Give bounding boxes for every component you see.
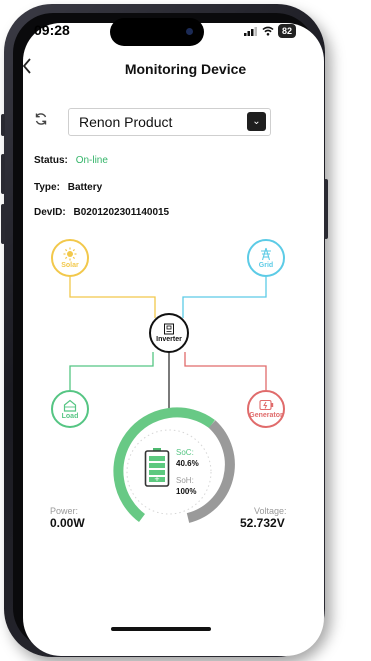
soh-value: 100% <box>176 487 197 496</box>
grid-label: Grid <box>258 262 274 269</box>
type-value: Battery <box>67 182 103 193</box>
status-value: On-line <box>75 155 108 166</box>
battery-level: 82 <box>278 24 297 38</box>
grid-node[interactable]: Grid <box>247 239 285 277</box>
signal-icon <box>244 27 257 36</box>
voltage-label: Voltage: <box>254 506 287 516</box>
refresh-icon[interactable] <box>34 112 48 126</box>
volume-down-button <box>1 204 5 244</box>
svg-text:+: + <box>154 474 159 484</box>
power-label: Power: <box>50 506 79 516</box>
house-icon <box>63 399 77 412</box>
power-tower-icon <box>261 247 271 261</box>
chevron-down-icon: ⌄ <box>247 112 266 131</box>
load-label: Load <box>61 412 79 420</box>
power-button <box>324 179 328 239</box>
devid-row: DevID: B0201202301140015 <box>34 207 169 218</box>
inverter-node[interactable]: Inverter <box>149 313 189 353</box>
inverter-label: Inverter <box>156 336 182 343</box>
status-time: 09:28 <box>34 22 70 38</box>
device-select[interactable]: Renon Product ⌄ <box>68 108 271 136</box>
device-select-value: Renon Product <box>79 114 173 130</box>
type-row: Type: Battery <box>34 182 102 193</box>
page-title: Monitoring Device <box>124 61 247 77</box>
type-label: Type: <box>34 182 60 193</box>
battery-gauge <box>113 407 235 523</box>
dynamic-island <box>110 18 204 46</box>
status-icons: 82 <box>244 24 297 38</box>
voltage-value: 52.732V <box>240 516 285 530</box>
volume-up-button <box>1 154 5 194</box>
generator-icon <box>258 399 273 411</box>
sun-icon <box>63 247 77 261</box>
devid-value: B0201202301140015 <box>73 207 170 218</box>
battery-icon: + <box>144 448 170 487</box>
load-node[interactable]: Load <box>51 390 89 428</box>
camera-dot <box>186 28 193 35</box>
solar-node[interactable]: Solar <box>51 239 89 277</box>
solar-label: Solar <box>61 262 79 269</box>
generator-node[interactable]: Generator <box>247 390 285 428</box>
power-value: 0.00W <box>50 516 85 530</box>
gauge-remaining-arc <box>186 420 235 523</box>
home-indicator[interactable] <box>111 627 211 631</box>
inverter-icon <box>164 323 174 335</box>
action-button <box>1 114 5 136</box>
generator-label: Generator <box>249 412 283 419</box>
wifi-icon <box>262 26 274 36</box>
status-row: Status: On-line <box>34 155 108 166</box>
soc-value: 40.6% <box>176 459 199 468</box>
soh-label: SoH: <box>176 476 194 485</box>
devid-label: DevID: <box>34 207 66 218</box>
status-label: Status: <box>34 155 68 166</box>
soc-label: SoC: <box>176 448 194 457</box>
